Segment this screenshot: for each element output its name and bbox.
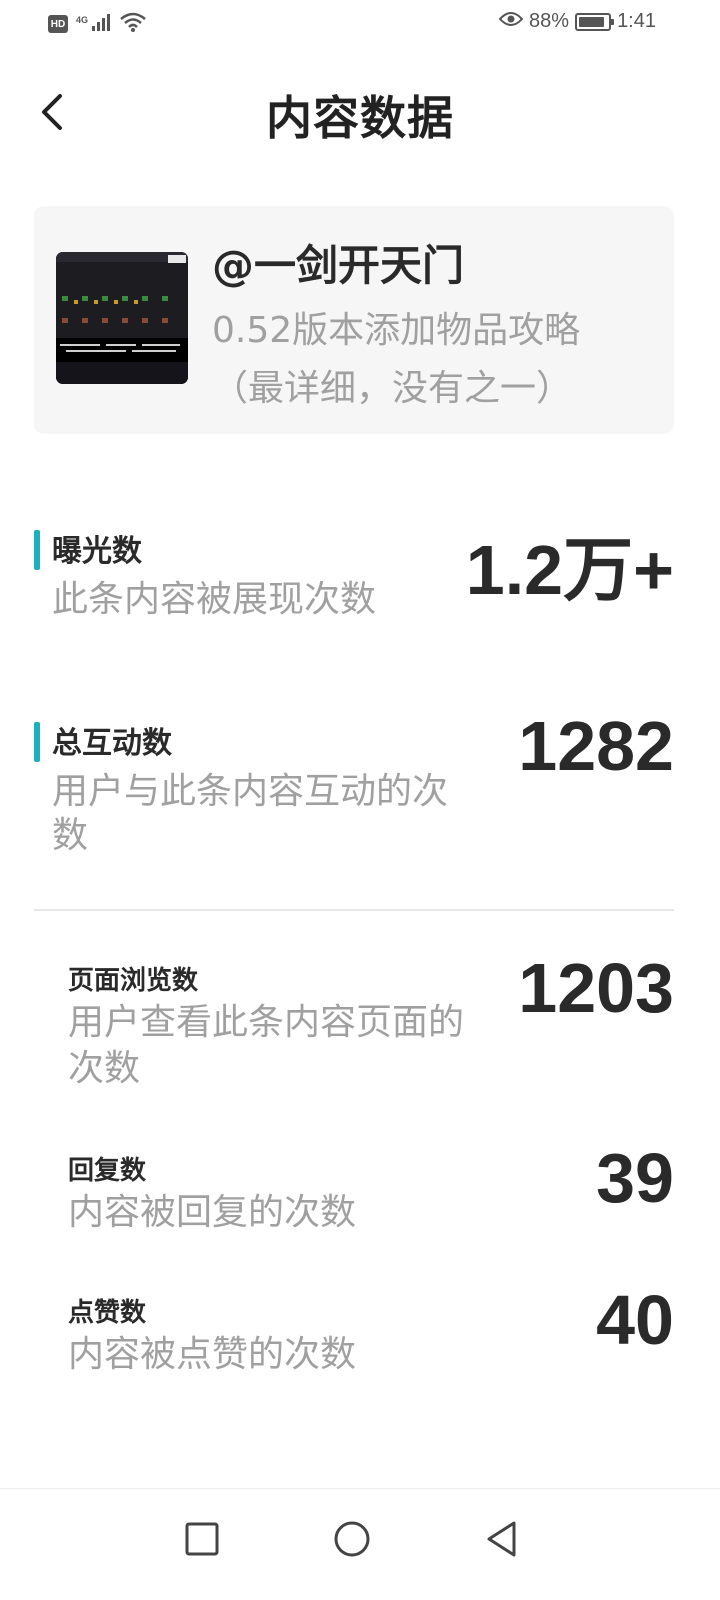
metric-value: 1282 bbox=[518, 707, 674, 785]
metric-description: 此条内容被展现次数 bbox=[52, 579, 377, 620]
battery-percent: 88% bbox=[529, 10, 570, 32]
signal-icon bbox=[92, 13, 112, 35]
square-recents-icon bbox=[185, 1522, 219, 1556]
content-card[interactable]: @一剑开天门 0.52版本添加物品攻略 （最详细，没有之一） bbox=[34, 206, 674, 434]
back-nav-button[interactable] bbox=[472, 1509, 532, 1569]
clock: 1:41 bbox=[617, 10, 656, 32]
content-title: 0.52版本添加物品攻略 （最详细，没有之一） bbox=[212, 302, 652, 418]
metric-value: 39 bbox=[596, 1139, 674, 1217]
content-thumbnail bbox=[56, 252, 188, 384]
metric-description: 用户与此条内容互动的次数 bbox=[52, 771, 449, 856]
system-nav-bar bbox=[0, 1488, 720, 1600]
metric-label: 回复数 bbox=[68, 1156, 147, 1186]
content-title-line-1: 0.52版本添加物品攻略 bbox=[212, 310, 581, 351]
metric-description: 用户查看此条内容页面的次数 bbox=[68, 1002, 465, 1089]
battery-level bbox=[579, 16, 604, 27]
status-bar: HD 4G 88% 1:41 bbox=[0, 0, 720, 48]
page-title: 内容数据 bbox=[266, 91, 454, 145]
metric-label: 页面浏览数 bbox=[68, 966, 199, 996]
status-left: HD 4G bbox=[48, 12, 146, 36]
accent-bar bbox=[34, 530, 40, 570]
metric-exposure: 曝光数 此条内容被展现次数 1.2万+ bbox=[34, 526, 674, 636]
hd-badge: HD bbox=[48, 15, 68, 33]
accent-bar bbox=[34, 722, 40, 762]
metric-interactions: 总互动数 用户与此条内容互动的次数 1282 bbox=[34, 707, 674, 868]
recents-button[interactable] bbox=[172, 1509, 232, 1569]
network-type: 4G bbox=[76, 14, 89, 25]
content-title-line-2: （最详细，没有之一） bbox=[212, 368, 573, 409]
metric-label: 总互动数 bbox=[52, 726, 172, 761]
metric-value: 1203 bbox=[518, 949, 674, 1027]
circle-home-icon bbox=[334, 1521, 370, 1557]
status-right: 88% 1:41 bbox=[498, 10, 656, 33]
home-button[interactable] bbox=[322, 1509, 382, 1569]
metric-description: 内容被点赞的次数 bbox=[68, 1334, 357, 1375]
metric-value: 1.2万+ bbox=[465, 531, 674, 609]
metric-page-views: 页面浏览数 用户查看此条内容页面的次数 1203 bbox=[68, 949, 674, 1100]
header: 内容数据 bbox=[0, 64, 720, 160]
eye-icon bbox=[498, 10, 524, 33]
content-author: @一剑开天门 bbox=[212, 241, 465, 290]
wifi-icon bbox=[120, 12, 146, 36]
metric-label: 曝光数 bbox=[52, 534, 142, 569]
triangle-back-icon bbox=[487, 1521, 516, 1557]
metric-value: 40 bbox=[596, 1281, 674, 1359]
metric-likes: 点赞数 内容被点赞的次数 40 bbox=[68, 1281, 674, 1392]
metric-description: 内容被回复的次数 bbox=[68, 1192, 357, 1233]
metric-label: 点赞数 bbox=[68, 1298, 147, 1328]
battery-icon bbox=[575, 12, 615, 31]
divider bbox=[34, 909, 674, 911]
metric-replies: 回复数 内容被回复的次数 39 bbox=[68, 1139, 674, 1250]
